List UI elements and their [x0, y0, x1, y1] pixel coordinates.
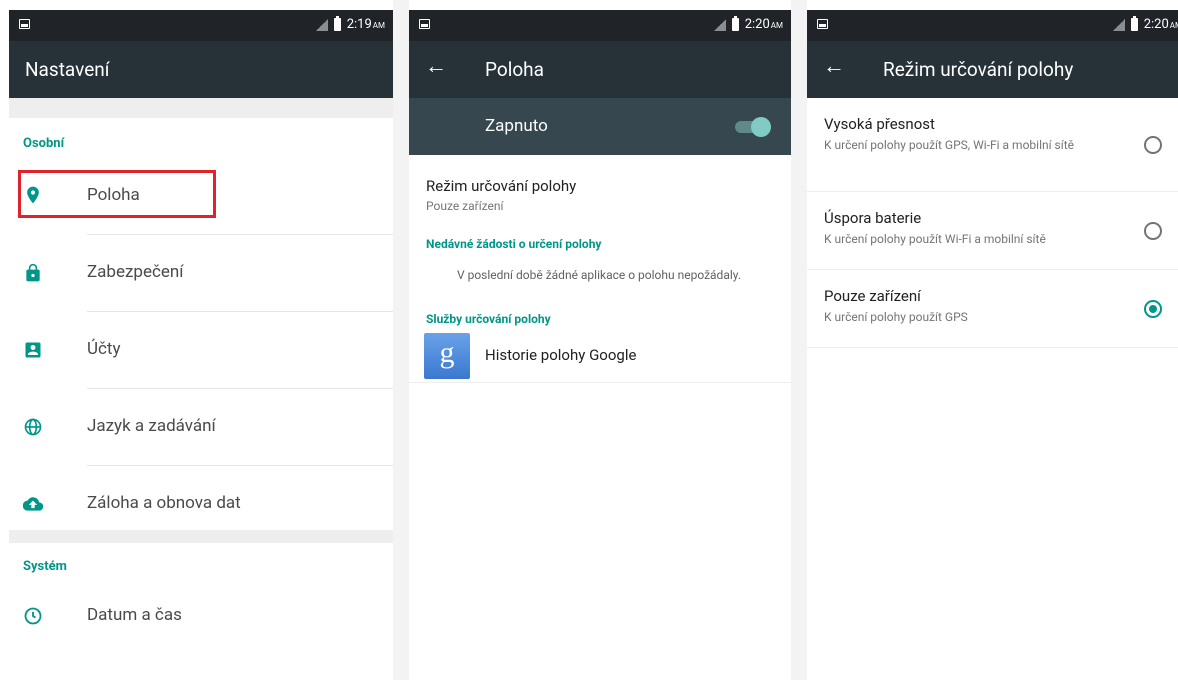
section-header-recent: Nedávné žádosti o určení polohy [426, 237, 602, 251]
app-bar: ← Režim určování polohy [807, 41, 1178, 98]
option-title: Vysoká přesnost [824, 115, 935, 133]
battery-icon [1130, 16, 1138, 31]
location-mode-item[interactable]: Režim určování polohy Pouze zařízení [409, 155, 791, 235]
settings-item-date-time[interactable]: Datum a čas [9, 595, 393, 665]
section-gap [9, 530, 393, 543]
page-title: Režim určování polohy [883, 58, 1074, 81]
radio-button[interactable] [1144, 136, 1162, 154]
mode-option-high-accuracy[interactable]: Vysoká přesnost K určení polohy použít G… [807, 98, 1178, 192]
service-item-google-history[interactable]: g Historie polohy Google [409, 326, 791, 383]
signal-icon [713, 18, 726, 31]
clock-icon [24, 607, 42, 625]
location-master-switch-bar[interactable]: Zapnuto [409, 98, 791, 155]
recent-empty-message: V poslední době žádné aplikace o polohu … [456, 268, 741, 282]
page-title: Poloha [485, 58, 544, 81]
app-bar: ← Poloha [409, 41, 791, 98]
option-subtitle: K určení polohy použít GPS, Wi-Fi a mobi… [824, 138, 1075, 152]
settings-item-accounts[interactable]: Účty [9, 312, 393, 389]
settings-item-label: Záloha a obnova dat [87, 493, 241, 513]
settings-item-security[interactable]: Zabezpečení [9, 235, 393, 312]
signal-icon [315, 18, 328, 31]
option-title: Úspora baterie [824, 209, 922, 227]
tutorial-collage: 2:19AM Nastavení Osobní Poloha Zabezpeče… [0, 0, 1178, 680]
settings-item-backup[interactable]: Záloha a obnova dat [9, 466, 393, 530]
account-box-icon [25, 342, 41, 358]
settings-item-language[interactable]: Jazyk a zadávání [9, 389, 393, 466]
back-arrow-icon[interactable]: ← [425, 56, 447, 78]
signal-icon [1112, 18, 1125, 31]
location-toggle[interactable] [735, 117, 771, 137]
location-mode-title: Režim určování polohy [426, 177, 577, 195]
status-time: 2:20AM [744, 17, 783, 32]
settings-item-label: Poloha [87, 185, 140, 205]
settings-item-label: Zabezpečení [87, 262, 184, 282]
settings-item-label: Datum a čas [87, 605, 182, 625]
option-subtitle: K určení polohy použít GPS [824, 310, 968, 324]
settings-item-location[interactable]: Poloha [9, 165, 393, 235]
location-pin-icon [27, 186, 39, 204]
mode-option-battery-saving[interactable]: Úspora baterie K určení polohy použít Wi… [807, 192, 1178, 270]
option-title: Pouze zařízení [824, 287, 921, 305]
settings-item-label: Účty [87, 339, 121, 359]
location-mode-subtitle: Pouze zařízení [426, 199, 504, 213]
google-g-icon: g [424, 333, 470, 379]
radio-button[interactable] [1144, 222, 1162, 240]
status-bar: 2:20AM [807, 10, 1178, 41]
section-header-personal: Osobní [23, 136, 65, 151]
app-bar: Nastavení [9, 41, 393, 98]
section-header-services: Služby určování polohy [426, 312, 551, 326]
background-gap [393, 0, 409, 680]
location-screen: 2:20AM ← Poloha Zapnuto Režim určování p… [409, 10, 791, 440]
page-title: Nastavení [25, 58, 110, 81]
option-subtitle: K určení polohy použít Wi-Fi a mobilní s… [824, 232, 1046, 246]
gallery-notification-icon [19, 19, 30, 29]
background-gap [791, 0, 807, 680]
back-arrow-icon[interactable]: ← [823, 56, 845, 78]
gallery-notification-icon [419, 19, 430, 29]
settings-item-label: Jazyk a zadávání [87, 416, 216, 436]
service-label: Historie polohy Google [485, 346, 637, 364]
status-time: 2:20AM [1143, 17, 1178, 32]
switch-knob [751, 117, 771, 137]
section-header-system: Systém [23, 559, 67, 574]
globe-icon [24, 418, 42, 436]
status-time: 2:19AM [346, 17, 385, 32]
cloud-upload-icon [23, 497, 43, 511]
location-mode-screen: 2:20AM ← Režim určování polohy Vysoká př… [807, 10, 1178, 360]
mode-option-device-only[interactable]: Pouze zařízení K určení polohy použít GP… [807, 270, 1178, 348]
battery-icon [333, 16, 341, 31]
radio-button-selected[interactable] [1144, 300, 1162, 318]
section-gap [9, 98, 393, 118]
status-bar: 2:20AM [409, 10, 791, 41]
switch-label: Zapnuto [485, 116, 548, 136]
gallery-notification-icon [817, 19, 828, 29]
status-bar: 2:19AM [9, 10, 393, 41]
battery-icon [731, 16, 739, 31]
settings-screen: 2:19AM Nastavení Osobní Poloha Zabezpeče… [9, 10, 393, 680]
lock-icon [26, 263, 40, 282]
